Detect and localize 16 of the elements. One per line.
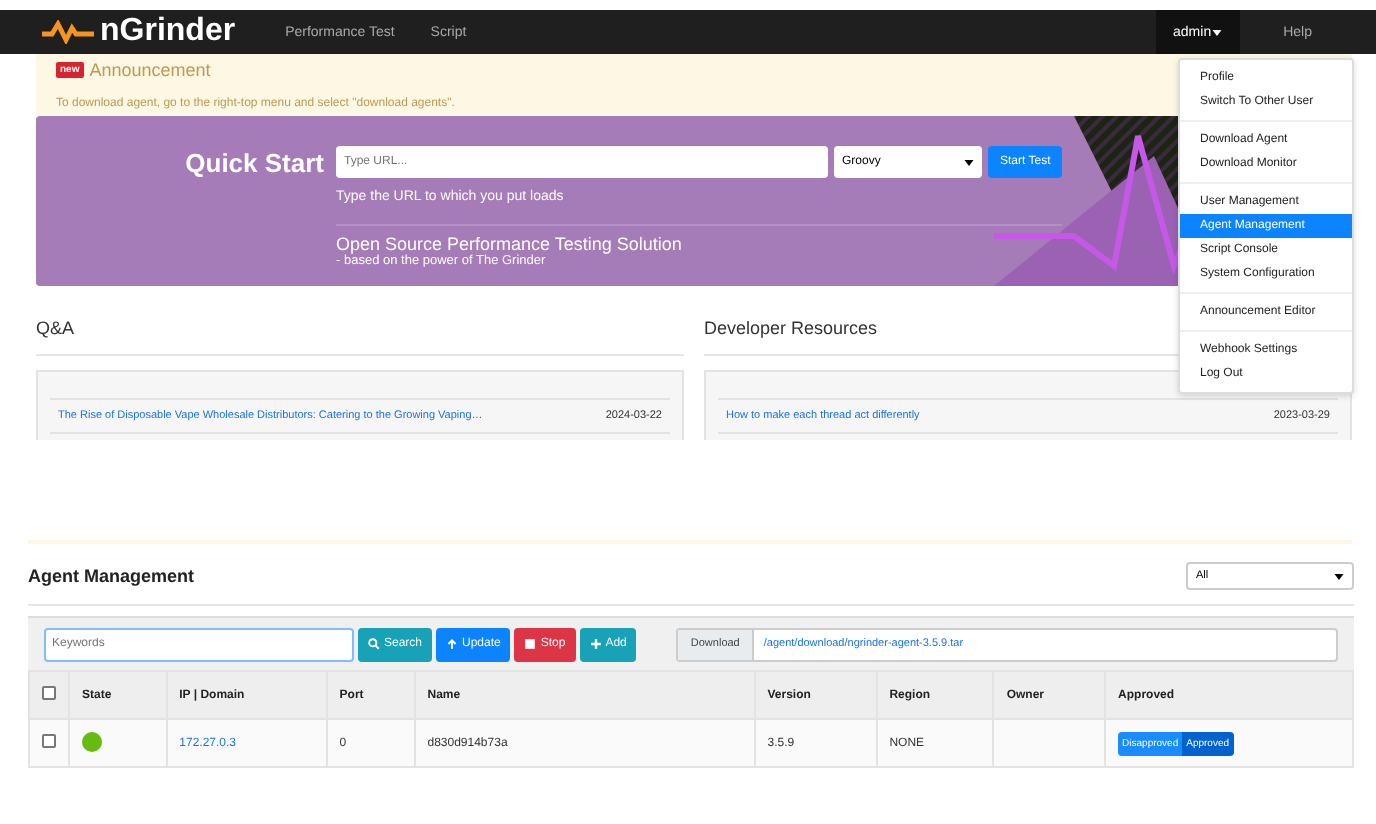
section-title: Agent Management	[28, 566, 195, 586]
logo-text[interactable]: nGrinder	[100, 14, 236, 50]
stop-icon	[524, 638, 537, 650]
tagline: Open Source Performance Testing Solution	[336, 224, 1063, 254]
plus-icon	[589, 638, 602, 650]
select-all-checkbox[interactable]	[42, 686, 56, 700]
announcement-title: Announcement	[89, 60, 211, 80]
caret-icon	[964, 159, 974, 165]
row-checkbox[interactable]	[42, 734, 56, 748]
logo-icon	[40, 20, 96, 44]
search-icon	[368, 638, 380, 650]
arrow-up-icon	[446, 638, 459, 650]
caret-icon	[1211, 29, 1222, 35]
panel-title: Q&A	[36, 318, 684, 356]
quick-start-title: Quick Start	[183, 146, 326, 182]
caret-icon	[1334, 573, 1344, 579]
